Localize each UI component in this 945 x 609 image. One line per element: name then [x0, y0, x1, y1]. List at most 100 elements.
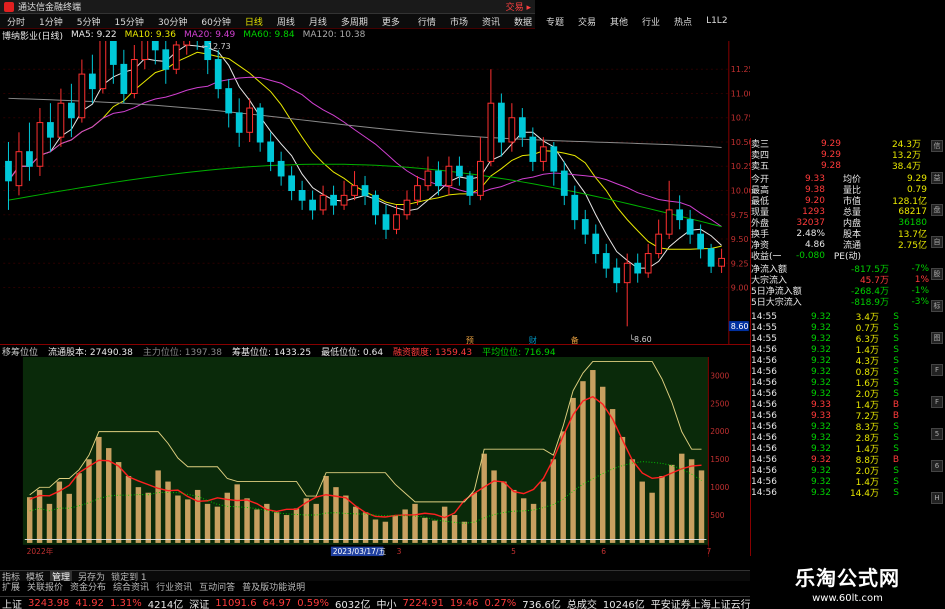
candle-body[interactable] [435, 170, 442, 187]
candle-body[interactable] [581, 219, 589, 235]
period-tab[interactable]: 周线 [270, 15, 302, 28]
nav-menu-item[interactable]: 热点 [667, 15, 699, 28]
candle-body[interactable] [267, 141, 275, 162]
candle-body[interactable] [99, 41, 107, 90]
period-tab[interactable]: 日线 [238, 15, 270, 28]
candle-body[interactable] [497, 102, 505, 143]
nav-menu-item[interactable]: 交易 [571, 15, 603, 28]
candle-body[interactable] [214, 59, 222, 90]
candle-body[interactable] [88, 73, 96, 90]
main-candlestick-chart[interactable]: 11.25 11.00 10.75 10.50 10.25 10.00 9.75 9.50 9.… [0, 41, 750, 345]
candle-body[interactable] [414, 185, 421, 201]
candle-body[interactable] [697, 233, 705, 250]
side-toolbar-button[interactable]: F [931, 364, 943, 376]
candle-body[interactable] [256, 107, 264, 143]
candle-body[interactable] [15, 151, 23, 187]
candle-body[interactable] [466, 175, 474, 196]
trade-button[interactable]: 交易 ▸ [506, 0, 531, 13]
candle-body[interactable] [424, 170, 432, 187]
candle-body[interactable] [68, 102, 75, 119]
period-tab[interactable]: 更多 [375, 15, 407, 28]
nav-menu-item[interactable]: 市场 [443, 15, 475, 28]
candle-body[interactable] [445, 165, 453, 187]
event-mark[interactable]: 预 [466, 335, 474, 345]
side-toolbar-button[interactable]: 股 [931, 268, 943, 280]
candle-body[interactable] [309, 199, 316, 211]
candle-body[interactable] [508, 117, 516, 143]
candle-body[interactable] [36, 122, 44, 167]
candle-body[interactable] [141, 41, 149, 61]
candle-body[interactable] [592, 233, 600, 255]
candle-body[interactable] [57, 102, 65, 138]
side-toolbar-button[interactable]: 信 [931, 140, 943, 152]
candle-body[interactable] [5, 160, 12, 182]
nav-menu-item[interactable]: 行业 [635, 15, 667, 28]
candle-body[interactable] [298, 190, 306, 201]
candle-body[interactable] [120, 63, 128, 94]
side-toolbar-button[interactable]: F [931, 396, 943, 408]
candle-body[interactable] [340, 194, 348, 206]
candle-body[interactable] [665, 209, 673, 235]
candle-body[interactable] [529, 136, 537, 162]
candle-body[interactable] [162, 49, 170, 70]
extension-tab[interactable]: 行业资讯 [156, 580, 192, 593]
candle-body[interactable] [151, 41, 159, 51]
candle-body[interactable] [623, 262, 631, 284]
side-toolbar-button[interactable]: 图 [931, 332, 943, 344]
candle-body[interactable] [172, 44, 180, 70]
extension-tab[interactable]: 关联报价 [27, 580, 63, 593]
candle-body[interactable] [560, 170, 568, 196]
extension-tab[interactable]: 互动问答 [199, 580, 235, 593]
nav-menu-item[interactable]: L1L2 [699, 16, 734, 26]
candle-body[interactable] [319, 194, 327, 211]
candle-body[interactable] [47, 122, 54, 138]
side-toolbar-button[interactable]: 5 [931, 428, 943, 440]
candle-body[interactable] [707, 248, 715, 267]
candle-body[interactable] [246, 107, 254, 133]
candle-body[interactable] [288, 175, 296, 192]
candle-body[interactable] [644, 253, 652, 274]
candle-body[interactable] [718, 257, 725, 267]
index-name[interactable]: 中小 [376, 596, 396, 609]
index-name[interactable]: 深证 [189, 596, 209, 609]
candle-body[interactable] [235, 112, 243, 133]
candle-body[interactable] [686, 219, 694, 235]
index-name[interactable]: 上证 [2, 596, 22, 609]
side-toolbar-button[interactable]: 6 [931, 460, 943, 472]
side-toolbar-button[interactable]: H [931, 492, 943, 504]
extension-tab[interactable]: 资金分布 [70, 580, 106, 593]
extension-tab[interactable]: 普及版功能说明 [242, 580, 305, 593]
period-tab[interactable]: 1分钟 [32, 15, 70, 28]
candle-body[interactable] [550, 146, 558, 172]
side-toolbar-button[interactable]: 盘 [931, 204, 943, 216]
nav-menu-item[interactable]: 行情 [411, 15, 443, 28]
candle-body[interactable] [277, 160, 285, 177]
ask-row[interactable]: 卖五 9.28 38.4万 [751, 160, 945, 173]
nav-menu-item[interactable]: 资讯 [475, 15, 507, 28]
period-tab[interactable]: 多周期 [334, 15, 375, 28]
candle-body[interactable] [109, 41, 117, 65]
indicator-chart[interactable]: 3000 2500 2000 1500 1000 500 2022年 2023/03/17/五… [0, 357, 750, 557]
side-toolbar-button[interactable]: 标 [931, 300, 943, 312]
candle-body[interactable] [613, 267, 621, 284]
nav-menu-item[interactable]: 数据 [507, 15, 539, 28]
nav-menu-item[interactable]: 其他 [603, 15, 635, 28]
period-tab[interactable]: 5分钟 [70, 15, 108, 28]
candle-body[interactable] [655, 233, 663, 255]
candle-body[interactable] [78, 73, 86, 119]
candle-body[interactable] [518, 117, 526, 138]
period-tab[interactable]: 分时 [0, 15, 32, 28]
candle-body[interactable] [456, 165, 463, 177]
candle-body[interactable] [393, 214, 400, 230]
candle-body[interactable] [130, 59, 138, 94]
candle-body[interactable] [477, 160, 484, 196]
side-toolbar-button[interactable]: 益 [931, 172, 943, 184]
candle-body[interactable] [225, 88, 233, 114]
side-toolbar-button[interactable]: 自 [931, 236, 943, 248]
candle-body[interactable] [571, 194, 579, 221]
candle-body[interactable] [183, 41, 191, 46]
candle-body[interactable] [26, 151, 33, 167]
period-tab[interactable]: 15分钟 [107, 15, 150, 28]
candle-body[interactable] [634, 262, 642, 274]
period-tab[interactable]: 60分钟 [194, 15, 237, 28]
